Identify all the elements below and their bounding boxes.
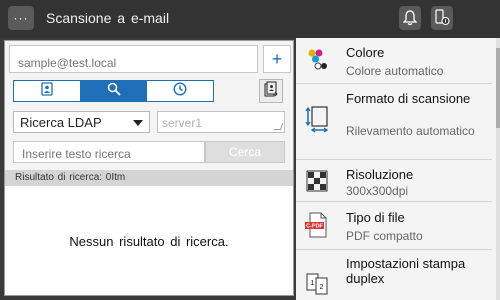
- address-card-icon: [264, 80, 278, 102]
- setting-name: Impostazioni stampa duplex: [346, 256, 466, 286]
- search-input[interactable]: [13, 141, 205, 163]
- tab-search[interactable]: [80, 81, 148, 101]
- svg-text:2: 2: [320, 284, 324, 291]
- phone-icon[interactable]: [431, 6, 453, 30]
- setting-file-type[interactable]: C-PDF Tipo di file PDF compatto: [296, 202, 492, 250]
- address-book-icon: [41, 81, 53, 101]
- setting-scan-size[interactable]: Formato di scansione Rilevamento automat…: [296, 84, 492, 160]
- resolution-icon: [304, 168, 330, 194]
- search-button[interactable]: Cerca: [205, 141, 285, 163]
- setting-name: Risoluzione: [346, 167, 414, 182]
- setting-value: 300x300dpi: [346, 184, 409, 198]
- result-summary: Risultato di ricerca: 0Itm: [5, 170, 293, 186]
- server-field[interactable]: server1: [157, 111, 285, 133]
- setting-duplex[interactable]: 12 Impostazioni stampa duplex: [296, 250, 492, 300]
- file-type-icon: C-PDF: [304, 212, 330, 238]
- history-clock-icon: [173, 81, 187, 101]
- setting-value: Rilevamento automatico: [346, 124, 475, 138]
- chevron-down-icon: [133, 120, 143, 126]
- ldap-select-label: Ricerca LDAP: [20, 115, 102, 130]
- address-panel: + Ricerca LDAP server1 Cerca Ri: [4, 40, 294, 296]
- email-input[interactable]: [9, 45, 258, 73]
- results-list: Nessun risultato di ricerca.: [5, 186, 293, 295]
- settings-scrollbar[interactable]: [496, 38, 500, 300]
- settings-panel: Colore Colore automatico Formato di scan…: [296, 38, 500, 300]
- file-type-icon-text: C-PDF: [306, 224, 323, 230]
- scrollbar-thumb[interactable]: [496, 48, 500, 128]
- setting-name: Formato di scansione: [346, 91, 471, 106]
- resize-handle-icon: [273, 123, 284, 130]
- server-placeholder: server1: [162, 116, 203, 130]
- setting-resolution[interactable]: Risoluzione 300x300dpi: [296, 160, 492, 202]
- setting-name: Colore: [346, 45, 385, 60]
- page-title: Scansione a e-mail: [46, 10, 170, 26]
- setting-value: PDF compatto: [346, 229, 423, 243]
- address-detail-button[interactable]: [259, 79, 283, 103]
- tab-address-book[interactable]: [14, 81, 81, 101]
- add-destination-button[interactable]: +: [263, 45, 291, 73]
- color-icon: [304, 46, 330, 72]
- search-icon: [107, 82, 121, 101]
- setting-name: Tipo di file: [346, 210, 405, 225]
- bell-icon[interactable]: [399, 6, 421, 30]
- menu-button[interactable]: ···: [8, 6, 34, 30]
- scan-size-icon: [304, 106, 330, 133]
- ldap-search-select[interactable]: Ricerca LDAP: [13, 111, 150, 133]
- tab-history[interactable]: [147, 81, 214, 101]
- duplex-icon: 12: [304, 272, 330, 298]
- svg-text:1: 1: [311, 280, 315, 287]
- setting-color[interactable]: Colore Colore automatico: [296, 38, 492, 84]
- empty-results-message: Nessun risultato di ricerca.: [69, 234, 229, 249]
- address-tabs: [13, 80, 214, 102]
- setting-value: Colore automatico: [346, 64, 444, 78]
- header-bar: ··· Scansione a e-mail: [0, 0, 500, 38]
